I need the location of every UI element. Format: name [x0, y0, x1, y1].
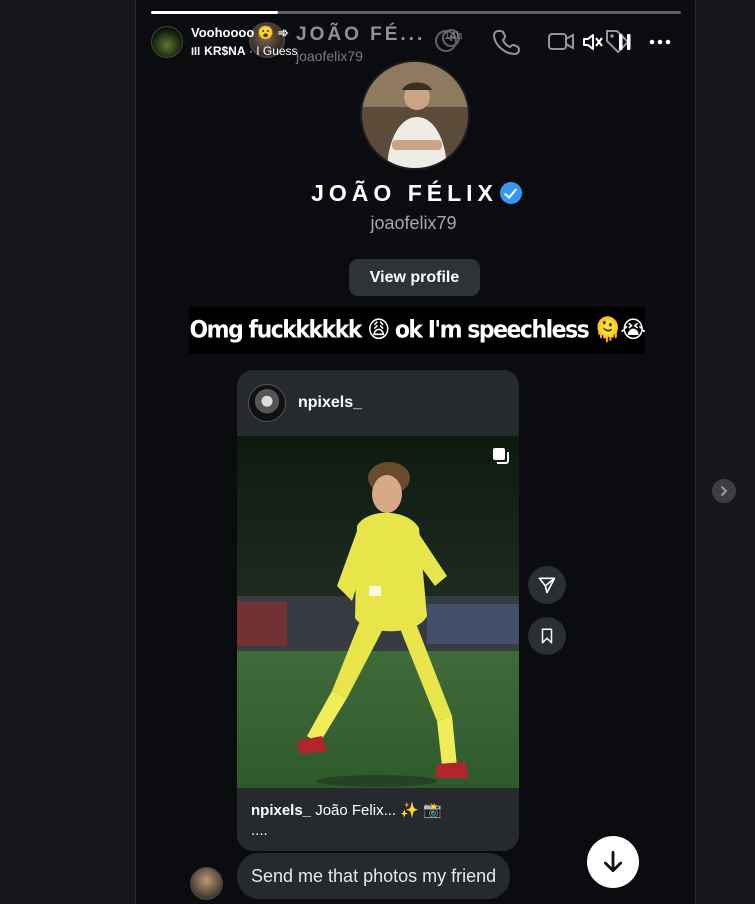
more-horizontal-icon[interactable]	[648, 30, 672, 54]
post-caption: npixels_ João Felix... ✨ 📸 ....	[251, 801, 511, 841]
bookmark-icon	[541, 628, 553, 644]
story-caption-text: Omg fuckkkkkk 😩 ok I'm speechless 🫠😭	[189, 307, 645, 354]
verified-badge-icon	[499, 182, 522, 204]
music-cover-avatar[interactable]	[151, 26, 183, 58]
profile-name-row: JOÃO FÉLIX	[136, 180, 695, 207]
song-artist-line: Ill KR$NA · I Guess	[191, 44, 298, 58]
shared-post-header[interactable]: npixels_	[237, 370, 519, 436]
audio-bars-icon: Ill	[191, 46, 201, 58]
shared-post-image[interactable]	[237, 436, 519, 788]
pause-icon[interactable]	[613, 30, 637, 54]
profile-username: joaofelix79	[370, 213, 457, 233]
speaker-muted-icon[interactable]	[581, 30, 605, 54]
save-bookmark-button[interactable]	[528, 617, 566, 655]
share-send-button[interactable]	[528, 566, 566, 604]
sender-avatar[interactable]	[190, 867, 223, 900]
song-track: I Guess	[256, 44, 298, 58]
story-frame[interactable]: JOÃO FÉ... 14h joaofelix79 Voohoooo 😮 ➾ …	[135, 0, 696, 904]
caption-text: João Felix... ✨ 📸	[311, 802, 442, 819]
share-send-icon	[538, 577, 556, 594]
story-header: Voohoooo 😮 ➾ Ill KR$NA · I Guess	[151, 24, 681, 64]
message-bubble[interactable]: Send me that photos my friend	[237, 853, 511, 899]
caption-username[interactable]: npixels_	[251, 802, 311, 819]
story-progress-bar	[151, 11, 681, 14]
next-story-button[interactable]	[712, 479, 736, 503]
profile-name: JOÃO FÉLIX	[311, 180, 498, 206]
carousel-icon	[493, 448, 509, 464]
profile-photo	[362, 62, 468, 168]
shared-post-card[interactable]: npixels_ npixels_ João Felix... ✨ 📸 ....	[237, 370, 519, 851]
caption-more[interactable]: ....	[251, 821, 511, 841]
post-author-username[interactable]: npixels_	[298, 394, 362, 412]
profile-avatar[interactable]	[360, 60, 470, 170]
song-title: Voohoooo 😮 ➾	[191, 25, 289, 40]
arrow-down-icon	[604, 850, 622, 873]
story-progress-fill	[151, 11, 279, 14]
song-artist: KR$NA	[204, 44, 246, 58]
song-separator: ·	[245, 44, 257, 58]
view-profile-button[interactable]: View profile	[349, 259, 480, 296]
post-author-avatar[interactable]	[248, 384, 286, 422]
chevron-right-icon	[721, 486, 728, 496]
viewer-backdrop: JOÃO FÉ... 14h joaofelix79 Voohoooo 😮 ➾ …	[0, 0, 755, 904]
scroll-down-button[interactable]	[587, 836, 639, 888]
